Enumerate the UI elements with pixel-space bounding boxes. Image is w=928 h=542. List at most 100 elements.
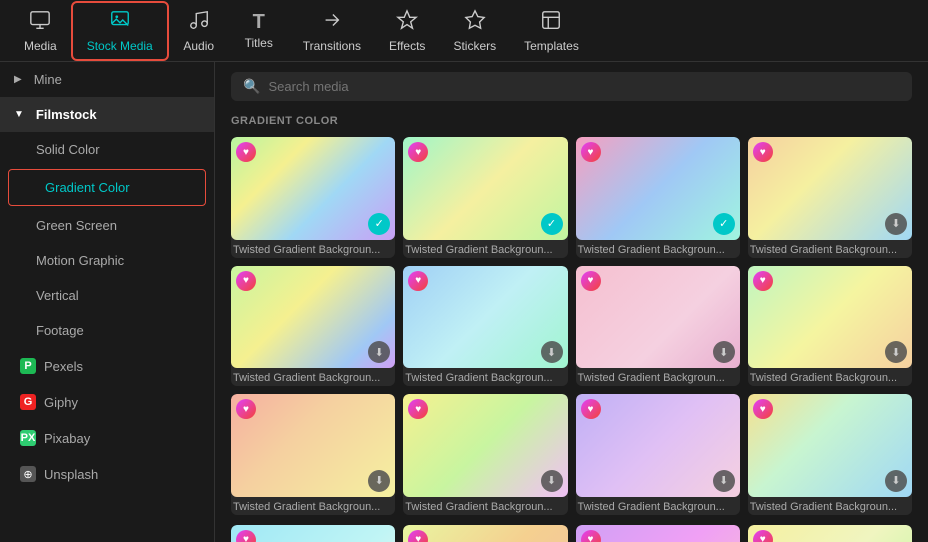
grid-item-12[interactable]: ♥ ⬇ Twisted Gradient Backgroun... xyxy=(748,394,912,515)
nav-transitions[interactable]: Transitions xyxy=(289,3,375,59)
download-badge[interactable]: ⬇ xyxy=(713,470,735,492)
download-badge[interactable]: ⬇ xyxy=(713,341,735,363)
check-badge[interactable]: ✓ xyxy=(368,213,390,235)
download-badge[interactable]: ⬇ xyxy=(885,341,907,363)
unsplash-icon: ⊕ xyxy=(20,466,36,482)
check-badge[interactable]: ✓ xyxy=(541,213,563,235)
sidebar-item-pixabay[interactable]: PX Pixabay xyxy=(0,420,214,456)
grid-item-8[interactable]: ♥ ⬇ Twisted Gradient Backgroun... xyxy=(748,266,912,387)
heart-badge[interactable]: ♥ xyxy=(753,142,773,162)
heart-badge[interactable]: ♥ xyxy=(753,399,773,419)
sidebar-item-giphy[interactable]: G Giphy xyxy=(0,384,214,420)
nav-stock-media[interactable]: Stock Media xyxy=(71,1,169,61)
nav-audio[interactable]: Audio xyxy=(169,3,229,59)
heart-badge[interactable]: ♥ xyxy=(408,530,428,542)
heart-badge[interactable]: ♥ xyxy=(581,142,601,162)
grid-item-5[interactable]: ♥ ⬇ Twisted Gradient Backgroun... xyxy=(231,266,395,387)
grid-item-1[interactable]: ♥ ✓ Twisted Gradient Backgroun... xyxy=(231,137,395,258)
item-label: Twisted Gradient Backgroun... xyxy=(231,497,395,515)
grid-item-2[interactable]: ♥ ✓ Twisted Gradient Backgroun... xyxy=(403,137,567,258)
heart-badge[interactable]: ♥ xyxy=(236,399,256,419)
titles-icon: T xyxy=(253,12,265,32)
pixabay-icon: PX xyxy=(20,430,36,446)
nav-stickers[interactable]: Stickers xyxy=(439,3,510,59)
search-bar[interactable]: 🔍 xyxy=(231,72,912,101)
section-label: GRADIENT COLOR xyxy=(231,115,912,127)
chevron-right-icon: ▶ xyxy=(14,74,22,85)
item-label: Twisted Gradient Backgroun... xyxy=(231,240,395,258)
transitions-icon xyxy=(321,9,343,35)
pexels-icon: P xyxy=(20,358,36,374)
download-badge[interactable]: ⬇ xyxy=(885,213,907,235)
heart-badge[interactable]: ♥ xyxy=(408,399,428,419)
sidebar-item-motion-graphic[interactable]: Motion Graphic xyxy=(0,243,214,278)
effects-icon xyxy=(396,9,418,35)
grid-item-15[interactable]: ♥⬇Twisted Gradient Backgroun... xyxy=(576,525,740,542)
grid-item-14[interactable]: ♥⬇Twisted Gradient Backgroun... xyxy=(403,525,567,542)
sidebar-item-vertical[interactable]: Vertical xyxy=(0,278,214,313)
heart-badge[interactable]: ♥ xyxy=(236,271,256,291)
sidebar-item-green-screen[interactable]: Green Screen xyxy=(0,208,214,243)
giphy-icon: G xyxy=(20,394,36,410)
top-nav: Media Stock Media Audio T Titles xyxy=(0,0,928,62)
nav-templates[interactable]: Templates xyxy=(510,3,593,59)
heart-badge[interactable]: ♥ xyxy=(753,271,773,291)
media-grid-partial: ♥⬇Twisted Gradient Backgroun... ♥⬇Twisted… xyxy=(231,525,912,542)
grid-item-11[interactable]: ♥ ⬇ Twisted Gradient Backgroun... xyxy=(576,394,740,515)
stock-media-icon xyxy=(109,9,131,35)
heart-badge[interactable]: ♥ xyxy=(753,530,773,542)
download-badge[interactable]: ⬇ xyxy=(885,470,907,492)
heart-badge[interactable]: ♥ xyxy=(581,399,601,419)
item-label: Twisted Gradient Backgroun... xyxy=(748,368,912,386)
audio-icon xyxy=(188,9,210,35)
item-label: Twisted Gradient Backgroun... xyxy=(576,368,740,386)
sidebar-item-solid-color[interactable]: Solid Color xyxy=(0,132,214,167)
heart-badge[interactable]: ♥ xyxy=(581,530,601,542)
templates-icon xyxy=(540,9,562,35)
chevron-down-icon: ▼ xyxy=(14,109,24,120)
item-label: Twisted Gradient Backgroun... xyxy=(403,240,567,258)
media-grid: ♥ ✓ Twisted Gradient Backgroun... ♥ ✓ Twisted… xyxy=(231,137,912,515)
media-icon xyxy=(29,9,51,35)
heart-badge[interactable]: ♥ xyxy=(408,271,428,291)
main-layout: ▶ Mine ▼ Filmstock Solid Color Gradient … xyxy=(0,62,928,542)
grid-item-3[interactable]: ♥ ✓ Twisted Gradient Backgroun... xyxy=(576,137,740,258)
download-badge[interactable]: ⬇ xyxy=(541,341,563,363)
item-label: Twisted Gradient Backgroun... xyxy=(403,497,567,515)
item-label: Twisted Gradient Backgroun... xyxy=(748,497,912,515)
nav-titles[interactable]: T Titles xyxy=(229,6,289,56)
check-badge[interactable]: ✓ xyxy=(713,213,735,235)
heart-badge[interactable]: ♥ xyxy=(581,271,601,291)
heart-badge[interactable]: ♥ xyxy=(236,530,256,542)
grid-item-4[interactable]: ♥ ⬇ Twisted Gradient Backgroun... xyxy=(748,137,912,258)
grid-item-9[interactable]: ♥ ⬇ Twisted Gradient Backgroun... xyxy=(231,394,395,515)
search-input[interactable] xyxy=(268,79,900,94)
heart-badge[interactable]: ♥ xyxy=(236,142,256,162)
nav-media[interactable]: Media xyxy=(10,3,71,59)
grid-item-13[interactable]: ♥⬇Twisted Gradient Backgroun... xyxy=(231,525,395,542)
search-icon: 🔍 xyxy=(243,78,260,95)
sidebar-item-pexels[interactable]: P Pexels xyxy=(0,348,214,384)
item-label: Twisted Gradient Backgroun... xyxy=(576,240,740,258)
heart-badge[interactable]: ♥ xyxy=(408,142,428,162)
grid-item-16[interactable]: ♥⬇Twisted Gradient Backgroun... xyxy=(748,525,912,542)
sidebar-item-footage[interactable]: Footage xyxy=(0,313,214,348)
sidebar-item-unsplash[interactable]: ⊕ Unsplash xyxy=(0,456,214,492)
sidebar-filmstock-header[interactable]: ▼ Filmstock xyxy=(0,97,214,132)
grid-item-6[interactable]: ♥ ⬇ Twisted Gradient Backgroun... xyxy=(403,266,567,387)
grid-item-10[interactable]: ♥ ⬇ Twisted Gradient Backgroun... xyxy=(403,394,567,515)
sidebar-item-gradient-color[interactable]: Gradient Color xyxy=(8,169,206,206)
grid-item-7[interactable]: ♥ ⬇ Twisted Gradient Backgroun... xyxy=(576,266,740,387)
content-area: 🔍 GRADIENT COLOR ♥ ✓ Twisted Gradient Back… xyxy=(215,62,928,542)
sidebar-item-mine[interactable]: ▶ Mine xyxy=(0,62,214,97)
item-label: Twisted Gradient Backgroun... xyxy=(748,240,912,258)
sidebar: ▶ Mine ▼ Filmstock Solid Color Gradient … xyxy=(0,62,215,542)
item-label: Twisted Gradient Backgroun... xyxy=(576,497,740,515)
item-label: Twisted Gradient Backgroun... xyxy=(231,368,395,386)
nav-effects[interactable]: Effects xyxy=(375,3,439,59)
item-label: Twisted Gradient Backgroun... xyxy=(403,368,567,386)
download-badge[interactable]: ⬇ xyxy=(541,470,563,492)
download-badge[interactable]: ⬇ xyxy=(368,341,390,363)
stickers-icon xyxy=(464,9,486,35)
download-badge[interactable]: ⬇ xyxy=(368,470,390,492)
